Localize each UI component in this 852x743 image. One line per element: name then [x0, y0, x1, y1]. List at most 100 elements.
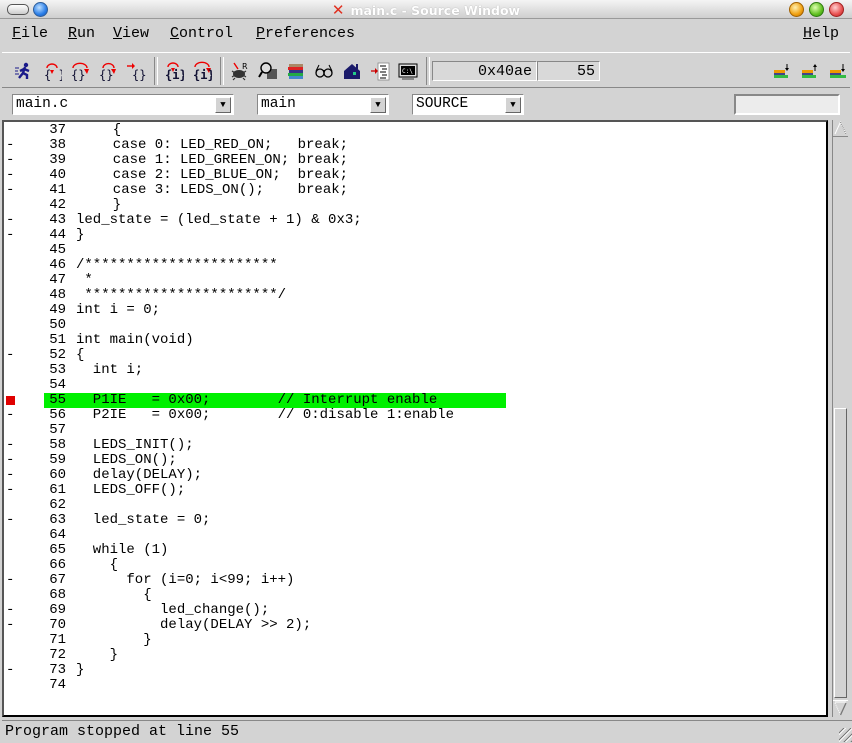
source-line[interactable]: 62 [4, 498, 824, 513]
source-line[interactable]: 51 int main(void) [4, 333, 824, 348]
breakpoints-button[interactable] [370, 61, 390, 81]
menu-help[interactable]: Help [803, 25, 839, 42]
breakpoint-slot[interactable]: - [6, 573, 16, 588]
source-line[interactable]: - 73} [4, 663, 824, 678]
minimize-button[interactable] [789, 2, 804, 17]
breakpoint-marker [6, 396, 15, 405]
next-asm-button[interactable]: {i} [192, 61, 212, 81]
source-line[interactable]: 74 [4, 678, 824, 693]
breakpoint-slot[interactable]: - [6, 603, 16, 618]
watch-button[interactable] [314, 61, 334, 81]
continue-button[interactable]: {} [126, 61, 146, 81]
breakpoint-slot[interactable]: - [6, 513, 16, 528]
source-line[interactable]: - 52 { [4, 348, 824, 363]
stack-button[interactable] [286, 61, 306, 81]
source-line[interactable]: - 63 led_state = 0; [4, 513, 824, 528]
source-line[interactable]: 71 } [4, 633, 824, 648]
source-line[interactable]: - 59 LEDS_ON(); [4, 453, 824, 468]
breakpoint-slot[interactable]: - [6, 453, 16, 468]
source-line[interactable]: - 67 for (i=0; i<99; i++) [4, 573, 824, 588]
breakpoint-slot[interactable]: - [6, 408, 16, 423]
source-line[interactable]: - 44} [4, 228, 824, 243]
finish-button[interactable]: {} [98, 61, 118, 81]
step-asm-button[interactable]: {i} [164, 61, 184, 81]
scroll-down-button[interactable] [833, 700, 848, 717]
code-text: for (i=0; i<99; i++) [76, 572, 295, 588]
source-line[interactable]: 65 while (1) [4, 543, 824, 558]
chevron-down-icon[interactable]: ▼ [370, 97, 386, 113]
source-line[interactable]: - 41 case 3: LEDS_ON(); break; [4, 183, 824, 198]
breakpoint-slot[interactable]: - [6, 618, 16, 633]
source-view[interactable]: 37 {-38 case 0: LED_RED_ON; break; -39 ca… [2, 120, 828, 717]
source-line[interactable]: - 43 led_state = (led_state + 1) & 0x3; [4, 213, 824, 228]
source-line[interactable]: 46 /*********************** [4, 258, 824, 273]
frame-up-button[interactable] [800, 61, 820, 81]
breakpoint-slot[interactable]: - [6, 213, 16, 228]
scroll-thumb[interactable] [834, 408, 847, 698]
menu-view[interactable]: View [113, 25, 149, 42]
run-button[interactable] [14, 61, 34, 81]
breakpoint-slot[interactable]: - [6, 483, 16, 498]
source-line[interactable]: 50 [4, 318, 824, 333]
breakpoint-slot[interactable]: - [6, 183, 16, 198]
vertical-scrollbar[interactable] [832, 120, 849, 717]
memory-button[interactable] [258, 61, 278, 81]
line-number: 38 [49, 137, 66, 153]
source-line[interactable]: 47 * [4, 273, 824, 288]
source-line[interactable]: 48 ***********************/ [4, 288, 824, 303]
source-line[interactable]: 49 int i = 0; [4, 303, 824, 318]
breakpoint-slot[interactable]: - [6, 348, 16, 363]
breakpoint-slot[interactable]: - [6, 228, 16, 243]
source-line[interactable]: - 70 delay(DELAY >> 2); [4, 618, 824, 633]
scroll-up-button[interactable] [833, 120, 848, 137]
next-button[interactable]: {} [70, 61, 90, 81]
source-line[interactable]: 72 } [4, 648, 824, 663]
source-line[interactable]: 64 [4, 528, 824, 543]
breakpoint-slot[interactable]: - [6, 138, 16, 153]
menu-control[interactable]: Control [170, 25, 233, 42]
breakpoint-slot[interactable]: - [6, 663, 16, 678]
source-line[interactable]: - 38 case 0: LED_RED_ON; break; [4, 138, 824, 153]
source-line[interactable]: - 56 P2IE = 0x00; // 0:disable 1:enable [4, 408, 824, 423]
step-button[interactable]: { } [42, 61, 62, 81]
mode-selector[interactable]: SOURCE ▼ [412, 94, 524, 115]
breakpoint-slot[interactable]: - [6, 468, 16, 483]
menu-preferences[interactable]: Preferences [256, 25, 355, 42]
console-button[interactable]: C:\ [398, 61, 418, 81]
source-line[interactable]: 42 } [4, 198, 824, 213]
source-line[interactable]: 66 { [4, 558, 824, 573]
line-number: 72 [49, 647, 66, 663]
frame-down-button[interactable] [828, 61, 848, 81]
source-line[interactable]: - 39 case 1: LED_GREEN_ON; break; [4, 153, 824, 168]
source-line[interactable]: - 69 led_change(); [4, 603, 824, 618]
source-line[interactable]: 54 [4, 378, 824, 393]
registers-button[interactable]: R [230, 61, 250, 81]
menu-run[interactable]: Run [68, 25, 95, 42]
breakpoint-slot[interactable]: - [6, 438, 16, 453]
source-line[interactable]: - 61 LEDS_OFF(); [4, 483, 824, 498]
code-text: { [76, 347, 85, 363]
source-line[interactable]: - 40 case 2: LED_BLUE_ON; break; [4, 168, 824, 183]
source-line[interactable]: 53 int i; [4, 363, 824, 378]
source-line[interactable]: 68 { [4, 588, 824, 603]
function-selector[interactable]: main ▼ [257, 94, 389, 115]
locals-button[interactable] [342, 61, 362, 81]
search-input[interactable] [734, 94, 840, 115]
chevron-down-icon[interactable]: ▼ [505, 97, 521, 113]
line-number: 73 [49, 662, 66, 678]
source-line[interactable]: 37 { [4, 123, 824, 138]
source-line[interactable]: 57 [4, 423, 824, 438]
menu-file[interactable]: File [12, 25, 48, 42]
maximize-button[interactable] [809, 2, 824, 17]
resize-grip[interactable] [839, 728, 852, 742]
source-line[interactable]: - 60 delay(DELAY); [4, 468, 824, 483]
file-selector[interactable]: main.c ▼ [12, 94, 234, 115]
frame-bottom-button[interactable] [772, 61, 792, 81]
chevron-down-icon[interactable]: ▼ [215, 97, 231, 113]
breakpoint-slot[interactable]: - [6, 168, 16, 183]
breakpoint-slot[interactable]: - [6, 153, 16, 168]
source-line[interactable]: - 58 LEDS_INIT(); [4, 438, 824, 453]
close-button[interactable] [829, 2, 844, 17]
source-line[interactable]: 45 [4, 243, 824, 258]
source-line[interactable]: 55 P1IE = 0x00; // Interrupt enable [4, 393, 824, 408]
